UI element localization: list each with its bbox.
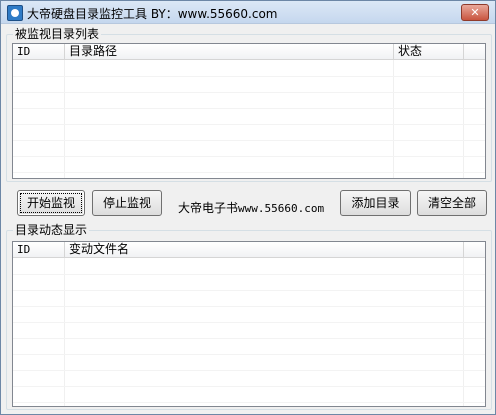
site-link[interactable]: 大帝电子书www.55660.com: [178, 199, 324, 216]
close-icon: ✕: [470, 6, 480, 19]
grid-line: [13, 370, 485, 371]
grid-line: [13, 386, 485, 387]
grid-line: [13, 402, 485, 403]
monitored-list[interactable]: ID 目录路径 状态: [12, 43, 486, 179]
main-window: 大帝硬盘目录监控工具 BY：www.55660.com ✕ 被监视目录列表 ID…: [0, 0, 496, 415]
grid-line: [13, 156, 485, 157]
start-monitor-button[interactable]: 开始监视: [17, 190, 85, 216]
grid-line: [13, 108, 485, 109]
dynamic-list[interactable]: ID 变动文件名: [12, 241, 486, 407]
dynamic-list-header: ID 变动文件名: [13, 242, 485, 258]
grid-line: [13, 92, 485, 93]
grid-line: [13, 306, 485, 307]
column-id[interactable]: ID: [13, 44, 65, 59]
grid-line: [13, 338, 485, 339]
monitored-group-label: 被监视目录列表: [13, 27, 102, 41]
site-url: www.55660.com: [238, 202, 325, 215]
column-status[interactable]: 状态: [394, 44, 464, 59]
add-directory-button[interactable]: 添加目录: [340, 190, 411, 216]
grid-line: [13, 290, 485, 291]
grid-line: [64, 60, 65, 178]
grid-line: [463, 60, 464, 178]
column-id[interactable]: ID: [13, 242, 65, 257]
window-title: 大帝硬盘目录监控工具 BY：www.55660.com: [27, 7, 278, 21]
column-changed-file[interactable]: 变动文件名: [65, 242, 464, 257]
title-bar[interactable]: 大帝硬盘目录监控工具 BY：www.55660.com ✕: [1, 1, 495, 24]
stop-monitor-button[interactable]: 停止监视: [92, 190, 162, 216]
grid-line: [393, 60, 394, 178]
column-dir-path[interactable]: 目录路径: [65, 44, 394, 59]
grid-line: [13, 322, 485, 323]
site-prefix: 大帝电子书: [178, 201, 239, 215]
close-button[interactable]: ✕: [461, 4, 489, 21]
app-icon: [7, 5, 23, 21]
grid-line: [13, 172, 485, 173]
monitored-list-header: ID 目录路径 状态: [13, 44, 485, 60]
grid-line: [463, 258, 464, 406]
grid-line: [13, 140, 485, 141]
grid-line: [13, 76, 485, 77]
clear-all-button[interactable]: 清空全部: [417, 190, 487, 216]
grid-line: [13, 124, 485, 125]
grid-line: [13, 274, 485, 275]
grid-line: [13, 354, 485, 355]
grid-line: [64, 258, 65, 406]
dynamic-group-label: 目录动态显示: [13, 223, 90, 237]
